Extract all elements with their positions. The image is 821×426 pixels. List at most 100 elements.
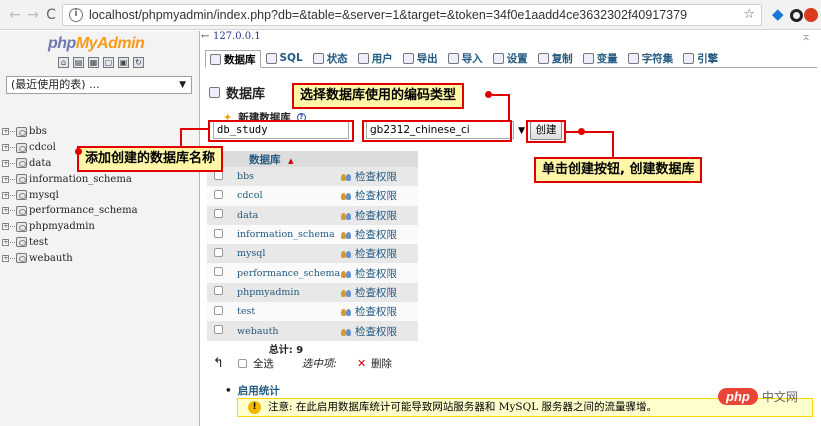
- check-privileges-link[interactable]: 检查权限: [355, 326, 397, 338]
- enable-statistics-link[interactable]: 启用统计: [225, 383, 280, 398]
- sidebar-db-item[interactable]: + bbs: [2, 124, 138, 140]
- check-privileges-cell[interactable]: 检查权限: [341, 186, 418, 206]
- logout-icon[interactable]: ▤: [73, 57, 84, 68]
- sidebar-db-name[interactable]: phpmyadmin: [29, 221, 95, 232]
- collapse-icon[interactable]: ⌅: [801, 29, 811, 43]
- sidebar-db-item[interactable]: + webauth: [2, 250, 138, 266]
- sidebar-db-name[interactable]: data: [29, 158, 51, 169]
- check-privileges-link[interactable]: 检查权限: [355, 171, 397, 183]
- expand-icon[interactable]: +: [2, 159, 9, 167]
- recent-tables-select[interactable]: (最近使用的表) ... ▼: [6, 76, 192, 94]
- check-privileges-cell[interactable]: 检查权限: [341, 321, 418, 341]
- database-link[interactable]: information_schema: [237, 229, 335, 240]
- check-privileges-link[interactable]: 检查权限: [355, 248, 397, 260]
- database-link[interactable]: test: [237, 306, 255, 317]
- star-icon[interactable]: ☆: [743, 7, 755, 22]
- sidebar-db-item[interactable]: + mysql: [2, 187, 138, 203]
- address-bar[interactable]: i localhost/phpmyadmin/index.php?db=&tab…: [62, 4, 762, 26]
- database-column-header[interactable]: 数据库 ▲: [231, 151, 341, 167]
- row-checkbox[interactable]: [214, 189, 223, 199]
- expand-icon[interactable]: +: [2, 191, 9, 199]
- docs-icon[interactable]: ▢: [103, 57, 114, 68]
- server-name[interactable]: 127.0.0.1: [213, 31, 261, 42]
- refresh-icon[interactable]: ↻: [133, 57, 144, 68]
- check-privileges-cell[interactable]: 检查权限: [341, 263, 418, 283]
- row-checkbox[interactable]: [214, 247, 223, 257]
- sidebar-db-item[interactable]: + information_schema: [2, 171, 138, 187]
- expand-icon[interactable]: +: [2, 223, 9, 231]
- tab-10[interactable]: 引擎: [678, 49, 723, 67]
- tab-4[interactable]: 导出: [398, 49, 443, 67]
- extension-opera-icon[interactable]: [804, 8, 818, 22]
- tab-9[interactable]: 字符集: [623, 49, 679, 67]
- sidebar-db-name[interactable]: performance_schema: [29, 205, 138, 216]
- select-all-checkbox[interactable]: [237, 359, 247, 368]
- forward-arrow-icon[interactable]: →: [24, 7, 42, 23]
- info-icon[interactable]: i: [69, 8, 83, 22]
- sidebar-db-item[interactable]: + test: [2, 235, 138, 251]
- tab-0[interactable]: 数据库: [205, 50, 261, 68]
- database-link[interactable]: performance_schema: [237, 268, 340, 279]
- check-privileges-link[interactable]: 检查权限: [355, 306, 397, 318]
- sidebar-db-name[interactable]: test: [29, 237, 48, 248]
- sql-query-icon[interactable]: ▦: [88, 57, 99, 68]
- sidebar-db-name[interactable]: mysql: [29, 190, 59, 201]
- expand-icon[interactable]: +: [2, 128, 9, 136]
- tab-1[interactable]: SQL: [261, 49, 308, 67]
- delete-icon[interactable]: ✕: [357, 358, 367, 369]
- tab-6[interactable]: 设置: [488, 49, 533, 67]
- row-checkbox[interactable]: [214, 286, 223, 296]
- row-checkbox[interactable]: [214, 228, 223, 238]
- tab-8[interactable]: 变量: [578, 49, 623, 67]
- database-link[interactable]: bbs: [237, 171, 254, 182]
- check-privileges-link[interactable]: 检查权限: [355, 210, 397, 222]
- settings-icon[interactable]: ▣: [118, 57, 129, 68]
- tab-7[interactable]: 复制: [533, 49, 578, 67]
- row-checkbox[interactable]: [214, 305, 223, 315]
- check-privileges-link[interactable]: 检查权限: [355, 229, 397, 241]
- sidebar-db-item[interactable]: + phpmyadmin: [2, 219, 138, 235]
- callout-encoding: 选择数据库使用的编码类型: [292, 83, 465, 109]
- database-link[interactable]: cdcol: [237, 190, 262, 201]
- database-link[interactable]: webauth: [237, 326, 279, 337]
- tab-2[interactable]: 状态: [308, 49, 353, 67]
- tab-5[interactable]: 导入: [443, 49, 488, 67]
- back-arrow-icon[interactable]: ←: [6, 7, 24, 23]
- select-all-label[interactable]: 全选: [253, 356, 274, 371]
- extension-ring-icon[interactable]: [790, 9, 803, 22]
- sidebar-db-name[interactable]: cdcol: [29, 142, 56, 153]
- sidebar-db-name[interactable]: information_schema: [29, 174, 132, 185]
- sidebar-db-name[interactable]: webauth: [29, 253, 73, 264]
- sidebar-db-item[interactable]: + performance_schema: [2, 203, 138, 219]
- database-link[interactable]: phpmyadmin: [237, 287, 300, 298]
- database-link[interactable]: mysql: [237, 248, 265, 259]
- phpmyadmin-logo[interactable]: phpMyAdmin: [48, 35, 145, 53]
- expand-icon[interactable]: +: [2, 207, 9, 215]
- row-checkbox[interactable]: [214, 209, 223, 219]
- check-privileges-cell[interactable]: 检查权限: [341, 224, 418, 245]
- users-icon: [341, 212, 352, 221]
- database-link[interactable]: data: [237, 210, 258, 221]
- check-privileges-cell[interactable]: 检查权限: [341, 282, 418, 303]
- delete-label[interactable]: 删除: [371, 356, 392, 371]
- expand-icon[interactable]: +: [2, 238, 9, 246]
- reload-icon[interactable]: C: [42, 7, 60, 23]
- check-privileges-link[interactable]: 检查权限: [355, 190, 397, 202]
- check-privileges-cell[interactable]: 检查权限: [341, 302, 418, 322]
- url-text[interactable]: localhost/phpmyadmin/index.php?db=&table…: [89, 8, 739, 22]
- expand-icon[interactable]: +: [2, 254, 9, 262]
- check-privileges-cell[interactable]: 检查权限: [341, 205, 418, 225]
- extension-diamond-icon[interactable]: ◆: [772, 5, 787, 23]
- check-privileges-cell[interactable]: 检查权限: [341, 167, 418, 187]
- expand-icon[interactable]: +: [2, 175, 9, 183]
- home-icon[interactable]: ⌂: [58, 57, 69, 68]
- expand-icon[interactable]: +: [2, 144, 9, 152]
- check-privileges-link[interactable]: 检查权限: [355, 268, 397, 280]
- tab-3[interactable]: 用户: [353, 49, 398, 67]
- check-privileges-link[interactable]: 检查权限: [355, 287, 397, 299]
- row-checkbox[interactable]: [214, 267, 223, 277]
- sidebar-db-name[interactable]: bbs: [29, 126, 47, 137]
- back-arrow-icon[interactable]: ←: [201, 31, 213, 42]
- check-privileges-cell[interactable]: 检查权限: [341, 244, 418, 264]
- row-checkbox[interactable]: [214, 325, 223, 335]
